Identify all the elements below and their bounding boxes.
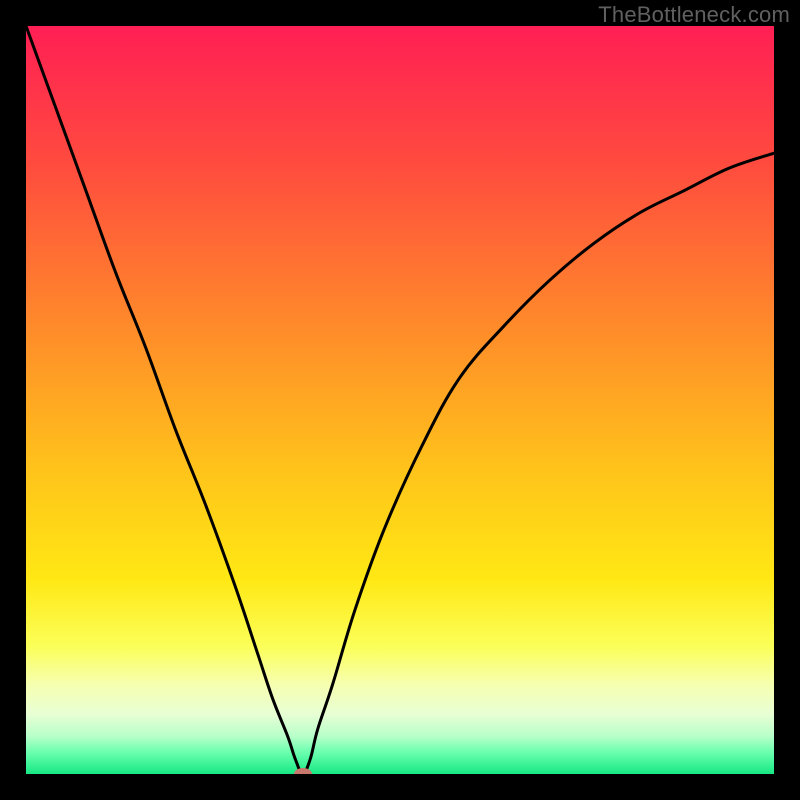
plot-area <box>26 26 774 774</box>
bottleneck-curve <box>26 26 774 774</box>
chart-frame: TheBottleneck.com <box>0 0 800 800</box>
minimum-marker <box>294 768 312 774</box>
watermark-text: TheBottleneck.com <box>598 2 790 28</box>
